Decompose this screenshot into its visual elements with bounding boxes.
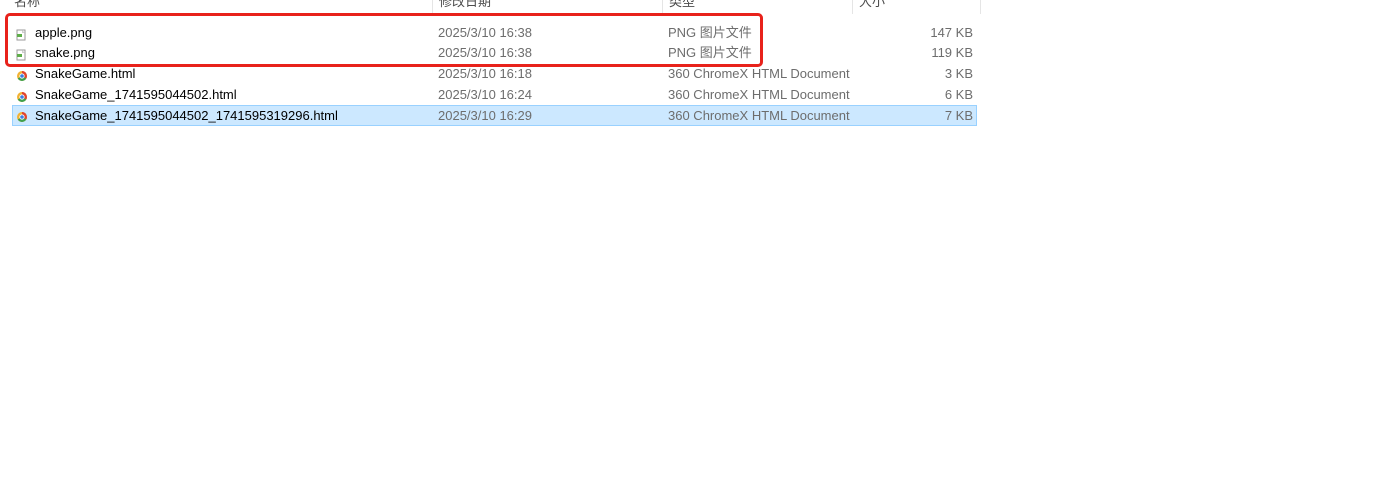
file-type: 360 ChromeX HTML Document: [668, 87, 850, 102]
png-file-icon: [16, 47, 28, 61]
file-row-snakegame-html[interactable]: SnakeGame.html 2025/3/10 16:18 360 Chrom…: [12, 64, 977, 84]
file-row-snakegame-1741595044502-1741595319296-html[interactable]: SnakeGame_1741595044502_1741595319296.ht…: [12, 105, 977, 126]
file-name: SnakeGame_1741595044502_1741595319296.ht…: [35, 108, 338, 123]
file-size: 6 KB: [944, 87, 973, 102]
html-file-icon: [16, 68, 28, 81]
file-name: snake.png: [35, 45, 95, 60]
file-name: SnakeGame.html: [35, 66, 136, 81]
file-date: 2025/3/10 16:38: [438, 45, 532, 60]
file-size: 3 KB: [944, 66, 973, 81]
file-size: 119 KB: [931, 45, 973, 60]
file-name: SnakeGame_1741595044502.html: [35, 87, 237, 102]
file-type: PNG 图片文件: [668, 25, 752, 40]
file-size: 147 KB: [930, 25, 973, 40]
file-type: 360 ChromeX HTML Document: [668, 108, 850, 123]
file-type: PNG 图片文件: [668, 45, 752, 60]
file-type: 360 ChromeX HTML Document: [668, 66, 850, 81]
file-row-snake-png[interactable]: snake.png 2025/3/10 16:38 PNG 图片文件 119 K…: [12, 43, 977, 63]
file-explorer: 名称 修改日期 类型 大小 apple.png 2025/3/10 16:38 …: [0, 0, 1400, 492]
file-name: apple.png: [35, 25, 93, 40]
column-header-date-modified[interactable]: 修改日期: [433, 0, 663, 14]
file-size: 7 KB: [944, 108, 973, 123]
column-header-type[interactable]: 类型: [663, 0, 853, 14]
file-date: 2025/3/10 16:29: [438, 108, 532, 123]
column-header-name[interactable]: 名称: [8, 0, 433, 14]
html-file-icon: [16, 89, 28, 102]
file-date: 2025/3/10 16:18: [438, 66, 532, 81]
html-file-icon: [16, 109, 28, 122]
file-date: 2025/3/10 16:38: [438, 25, 532, 40]
file-row-snakegame-1741595044502-html[interactable]: SnakeGame_1741595044502.html 2025/3/10 1…: [12, 85, 977, 105]
column-header-bar: 名称 修改日期 类型 大小: [0, 0, 982, 14]
column-header-size[interactable]: 大小: [853, 0, 981, 14]
file-date: 2025/3/10 16:24: [438, 87, 532, 102]
png-file-icon: [16, 27, 28, 41]
file-row-apple-png[interactable]: apple.png 2025/3/10 16:38 PNG 图片文件 147 K…: [12, 23, 977, 43]
